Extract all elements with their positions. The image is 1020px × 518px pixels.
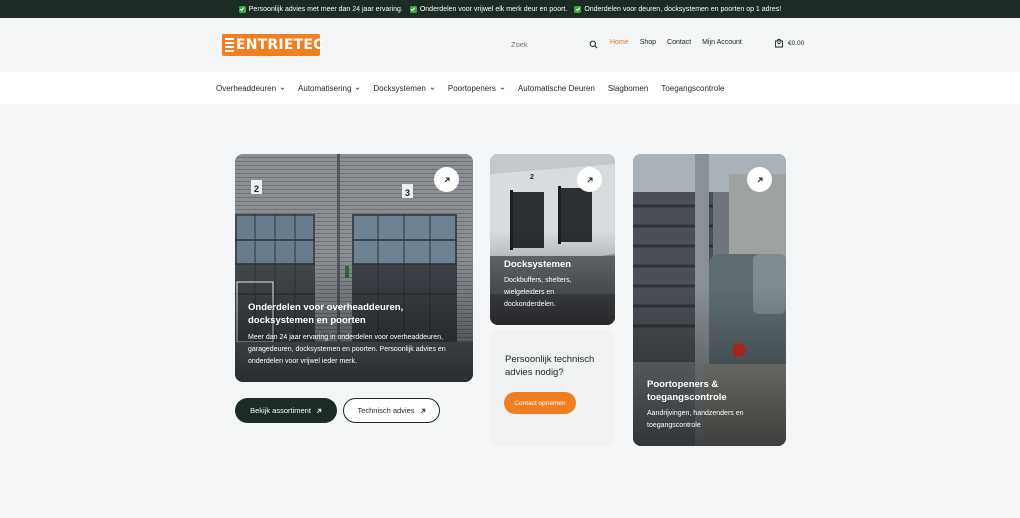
open-card-button[interactable] (747, 167, 772, 192)
card-text: Meer dan 24 jaar ervaring in onderdelen … (248, 334, 446, 365)
menu-item-label: Poortopeners (447, 83, 496, 93)
check-icon (409, 5, 417, 13)
card-title: Poortopeners & toegangscontrole (647, 379, 727, 403)
top-nav: Home Shop Contact Mijn Account (610, 39, 742, 46)
arrow-up-right-icon (757, 176, 763, 182)
menu-item-overheaddeuren[interactable]: Overheaddeuren (216, 84, 285, 93)
usp-item: Persoonlijk advies met meer dan 24 jaar … (238, 5, 403, 13)
technical-advice-button[interactable]: Technisch advies (343, 398, 440, 423)
menu-item-label: Overheaddeuren (216, 83, 277, 93)
menu-item-automatisering[interactable]: Automatisering (298, 84, 360, 93)
button-label: Bekijk assortiment (250, 406, 311, 415)
search-input[interactable]: Zoek (508, 37, 598, 52)
usp-bar: Persoonlijk advies met meer dan 24 jaar … (0, 0, 1020, 18)
shopping-bag-icon (775, 38, 783, 48)
usp-item: Onderdelen voor vrijwel elk merk deur en… (409, 5, 568, 13)
menu-item-docksystemen[interactable]: Docksystemen (373, 83, 435, 93)
check-icon (574, 5, 582, 13)
open-card-button[interactable] (434, 167, 459, 192)
nav-shop[interactable]: Shop (640, 39, 656, 46)
search-placeholder: Zoek (511, 40, 528, 49)
door-number: 3 (404, 188, 410, 198)
card-title: Onderdelen voor overheaddeuren, docksyst… (248, 302, 404, 326)
nav-home[interactable]: Home (610, 39, 629, 46)
menu-item-label: Automatisering (298, 83, 352, 93)
menu-item-label: Automatische Deuren (517, 83, 595, 93)
door-number: 2 (530, 174, 534, 181)
menu-item-slagbomen[interactable]: Slagbomen (608, 84, 648, 93)
contact-button[interactable]: Contact opnemen (504, 392, 576, 414)
arrow-up-right-icon (420, 408, 425, 413)
menu-item-label: Slagbomen (607, 83, 649, 93)
menu-item-automatische-deuren[interactable]: Automatische Deuren (518, 84, 595, 93)
nav-account[interactable]: Mijn Account (702, 39, 742, 46)
logo-mark-icon (225, 38, 234, 52)
menu-item-poortopeners[interactable]: Poortopeners (448, 84, 505, 93)
button-label: Technisch advies (357, 406, 415, 415)
search-icon[interactable] (589, 40, 598, 49)
usp-text: Persoonlijk advies met meer dan 24 jaar … (248, 5, 403, 13)
view-assortment-button[interactable]: Bekijk assortiment (235, 398, 337, 423)
cart-total: €0.00 (788, 39, 805, 47)
card-title: Docksystemen (504, 259, 572, 270)
site-header: ENTRIETEC Zoek Home Shop Contact Mijn Ac… (0, 18, 1020, 72)
arrow-up-right-icon (316, 408, 322, 413)
card-text: Dockbuffers, shelters, wielgeleiders en … (504, 277, 572, 308)
logo[interactable]: ENTRIETEC (222, 34, 323, 56)
chevron-down-icon (430, 87, 435, 90)
card-poortopeners[interactable]: Poortopeners & toegangscontrole Aandrijv… (633, 154, 786, 446)
arrow-up-right-icon (444, 176, 450, 182)
advice-title: Persoonlijk technisch advies nodig? (505, 354, 595, 378)
logo-text: ENTRIETEC (236, 37, 324, 53)
chevron-down-icon (500, 87, 505, 90)
menu-item-label: Docksystemen (373, 83, 426, 93)
chevron-down-icon (356, 87, 360, 90)
menu-item-label: Toegangscontrole (661, 83, 725, 93)
card-docksystemen[interactable]: 2 Docksystemen Dockbuffers, shelters, wi… (490, 154, 615, 325)
main-nav: Overheaddeuren Automatisering Docksystem… (0, 72, 1020, 104)
usp-item: Onderdelen voor deuren, docksystemen en … (574, 5, 782, 13)
check-icon (238, 5, 246, 13)
cart-button[interactable]: €0.00 (774, 38, 804, 48)
chevron-down-icon (280, 87, 285, 90)
nav-contact[interactable]: Contact (667, 39, 691, 46)
advice-card: Persoonlijk technisch advies nodig? Cont… (490, 330, 615, 446)
arrow-up-right-icon (587, 176, 593, 182)
card-text: Aandrijvingen, handzenders en toegangsco… (647, 410, 744, 429)
door-number: 2 (253, 184, 259, 194)
menu-item-toegangscontrole[interactable]: Toegangscontrole (661, 84, 724, 93)
usp-text: Onderdelen voor deuren, docksystemen en … (584, 5, 782, 13)
usp-text: Onderdelen voor vrijwel elk merk deur en… (419, 5, 568, 13)
open-card-button[interactable] (577, 167, 602, 192)
hero-card-overheaddeuren[interactable]: 2 3 Onderdelen voor overheaddeuren, dock… (235, 154, 473, 382)
